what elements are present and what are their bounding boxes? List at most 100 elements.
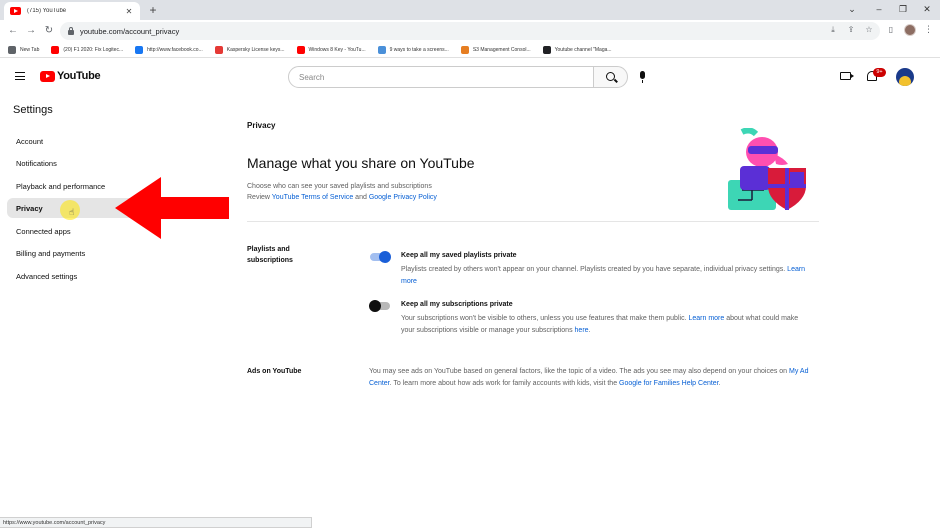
intro-line-1: Choose who can see your saved playlists …	[247, 183, 432, 190]
page-headline: Manage what you share on YouTube	[247, 155, 475, 171]
bookmark-label: New Tab	[20, 46, 40, 53]
bookmarks-bar: New Tab (20) F1 2020: Fix Logitec... http:…	[0, 42, 940, 58]
bookmark-item[interactable]: New Tab	[8, 45, 40, 54]
bookmark-label: (20) F1 2020: Fix Logitec...	[63, 46, 124, 53]
red-annotation-arrow-icon	[115, 177, 229, 239]
bookmark-star-icon[interactable]: ☆	[863, 24, 875, 36]
tab-search-chevron-icon[interactable]: ⌄	[845, 2, 859, 16]
sidebar-item-billing[interactable]: Billing and payments	[7, 243, 223, 263]
illustration-helmet-plume	[740, 128, 759, 137]
search-input[interactable]: Search	[288, 66, 594, 88]
tab-close-icon[interactable]: ✕	[124, 7, 134, 16]
saved-playlists-private-description: Playlists created by others won't appear…	[401, 264, 811, 288]
settings-title: Settings	[13, 104, 53, 116]
opt1-desc-text: Playlists created by others won't appear…	[401, 266, 786, 273]
youtube-logo[interactable]: YouTube	[40, 70, 101, 82]
google-families-help-center-link[interactable]: Google for Families Help Center	[619, 380, 719, 387]
ads-text-3: .	[718, 379, 721, 387]
browser-tab-youtube[interactable]: (715) YouTube ✕	[4, 2, 140, 20]
toggle-knob	[369, 300, 381, 312]
bookmark-label: http://www.facebook.co...	[147, 46, 203, 53]
bookmark-favicon-icon	[542, 45, 551, 54]
bookmark-favicon-icon	[296, 45, 305, 54]
window-minimize-icon[interactable]: –	[872, 2, 886, 16]
bookmark-favicon-icon	[135, 45, 144, 54]
hamburger-menu-icon[interactable]	[15, 72, 25, 80]
saved-playlists-private-title: Keep all my saved playlists private	[401, 252, 517, 259]
subscriptions-private-description: Your subscriptions won't be visible to o…	[401, 315, 799, 334]
bookmark-favicon-icon	[377, 45, 386, 54]
privacy-shield-illustration	[728, 128, 806, 210]
back-arrow-icon[interactable]: ←	[6, 24, 20, 38]
create-video-icon[interactable]	[840, 72, 854, 80]
browser-menu-icon[interactable]: ⋮	[924, 24, 933, 35]
window-close-icon[interactable]: ✕	[920, 2, 934, 16]
illustration-nose	[774, 154, 788, 165]
bookmark-favicon-icon	[51, 45, 60, 54]
side-panel-icon[interactable]: ▯	[885, 24, 897, 36]
manage-subscriptions-here-link[interactable]: here	[575, 327, 589, 334]
intro-line-2: Review YouTube Terms of Service and Goog…	[247, 192, 437, 203]
bookmark-item[interactable]: http://www.facebook.co...	[135, 45, 203, 54]
ads-text-1: You may see ads on YouTube based on gene…	[369, 368, 790, 375]
saved-playlists-private-toggle[interactable]	[370, 251, 391, 263]
bookmark-label: Windows 8 Key - YouTu...	[308, 46, 366, 53]
illustration-shield-quarter	[790, 172, 804, 184]
reload-icon[interactable]: ↻	[42, 24, 56, 38]
bookmark-item[interactable]: Kaspersky License keys...	[214, 45, 285, 54]
subscriptions-private-title: Keep all my subscriptions private	[401, 301, 513, 308]
opt2-desc-text: Your subscriptions won't be visible to o…	[401, 315, 687, 322]
sidebar-item-account[interactable]: Account	[7, 131, 223, 151]
bookmark-item[interactable]: S3 Management Consol...	[460, 45, 531, 54]
bookmark-label: Kaspersky License keys...	[226, 46, 285, 53]
hand-cursor-icon: ☝	[69, 207, 75, 217]
privacy-policy-link[interactable]: Google Privacy Policy	[369, 194, 437, 201]
illustration-body	[740, 166, 770, 190]
new-tab-plus-icon[interactable]: +	[146, 3, 160, 17]
bookmark-label: S3 Management Consol...	[472, 46, 531, 53]
bookmark-label: Youtube channel "Maga...	[554, 46, 612, 53]
voice-search-mic-icon[interactable]	[640, 71, 645, 83]
bookmark-item[interactable]: Windows 8 Key - YouTu...	[296, 45, 366, 54]
browser-profile-avatar[interactable]	[904, 24, 916, 36]
bookmark-favicon-icon	[460, 45, 469, 54]
url-text: youtube.com/account_privacy	[80, 26, 180, 36]
playlists-subscriptions-label: Playlists and subscriptions	[247, 244, 293, 266]
window-restore-icon[interactable]: ❐	[896, 2, 910, 16]
toggle-knob	[379, 251, 391, 263]
ads-description: You may see ads on YouTube based on gene…	[369, 366, 809, 389]
share-icon[interactable]: ⇪	[845, 24, 857, 36]
sidebar-item-advanced[interactable]: Advanced settings	[7, 266, 223, 286]
privacy-section-title: Privacy	[247, 121, 276, 130]
lock-icon[interactable]	[68, 26, 74, 35]
bookmark-item[interactable]: (20) F1 2020: Fix Logitec...	[51, 45, 124, 54]
terms-of-service-link[interactable]: YouTube Terms of Service	[272, 194, 353, 201]
bookmark-item[interactable]: 9 ways to take a screens...	[377, 45, 449, 54]
tab-title: (715) YouTube	[27, 8, 67, 14]
search-placeholder: Search	[299, 72, 325, 82]
playlists-label-line-2: subscriptions	[247, 257, 293, 264]
review-prefix: Review	[247, 194, 272, 201]
youtube-masthead: YouTube Search 9+	[0, 58, 940, 96]
account-avatar[interactable]	[896, 68, 914, 86]
forward-arrow-icon[interactable]: →	[24, 24, 38, 38]
bookmark-item[interactable]: Youtube channel "Maga...	[542, 45, 612, 54]
subscriptions-private-toggle[interactable]	[369, 300, 390, 312]
bookmark-favicon-icon	[8, 45, 16, 54]
search-icon	[606, 72, 615, 81]
address-bar[interactable]: youtube.com/account_privacy	[60, 22, 880, 40]
ads-text-2: . To learn more about how ads work for f…	[389, 379, 620, 387]
youtube-favicon-icon	[10, 7, 21, 15]
illustration-visor	[748, 146, 778, 154]
privacy-intro: Choose who can see your saved playlists …	[247, 181, 437, 203]
search-button[interactable]	[593, 66, 628, 88]
install-app-icon[interactable]: ⤓	[827, 24, 839, 36]
section-divider	[247, 221, 819, 222]
playlists-label-line-1: Playlists and	[247, 246, 290, 253]
red-arrow-shape	[115, 177, 229, 239]
sidebar-item-notifications[interactable]: Notifications	[7, 153, 223, 173]
ads-on-youtube-label: Ads on YouTube	[247, 368, 302, 375]
browser-toolbar: ← → ↻ youtube.com/account_privacy ⤓ ⇪ ☆ …	[0, 20, 940, 42]
and-text: and	[353, 194, 369, 201]
subscriptions-learn-more-link[interactable]: Learn more	[688, 315, 724, 322]
